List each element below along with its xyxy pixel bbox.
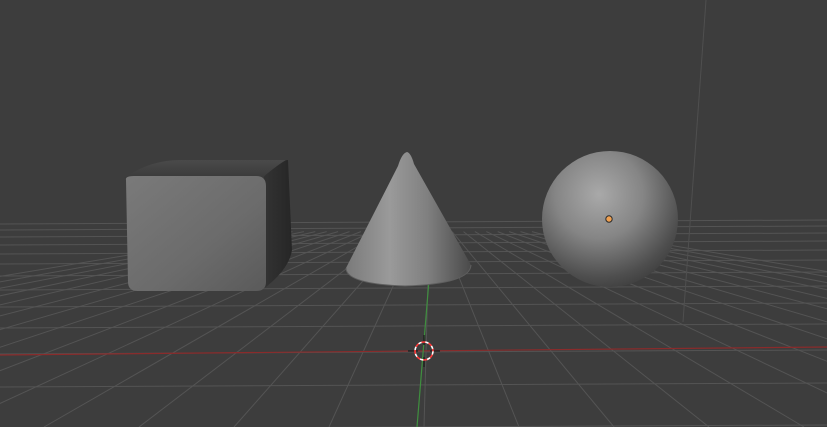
cone-surface bbox=[346, 152, 471, 286]
cone-object[interactable] bbox=[345, 152, 472, 287]
y-axis-line bbox=[416, 279, 430, 427]
viewport-canvas[interactable] bbox=[0, 0, 827, 427]
grid-line bbox=[0, 285, 827, 291]
origin-marker-icon[interactable] bbox=[605, 215, 613, 223]
grid-line bbox=[0, 302, 827, 308]
cube-top-face bbox=[124, 160, 286, 178]
cube-front-face bbox=[125, 176, 267, 291]
3d-viewport[interactable]: cube cone sphere bbox=[0, 0, 827, 427]
grid-line bbox=[0, 382, 827, 388]
sphere-object[interactable] bbox=[542, 151, 678, 287]
grid-line bbox=[0, 323, 827, 329]
cube-object[interactable] bbox=[124, 160, 292, 291]
